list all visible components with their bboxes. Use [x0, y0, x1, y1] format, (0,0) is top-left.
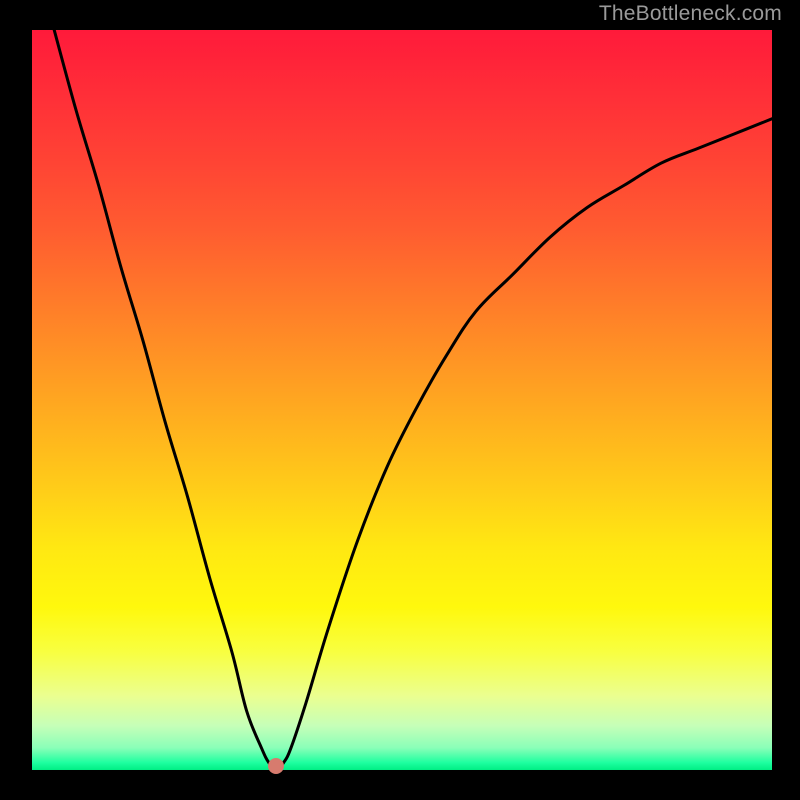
bottleneck-curve — [32, 30, 772, 770]
chart-plot-area — [32, 30, 772, 770]
attribution-label: TheBottleneck.com — [599, 2, 782, 26]
optimal-point-marker — [268, 758, 284, 774]
